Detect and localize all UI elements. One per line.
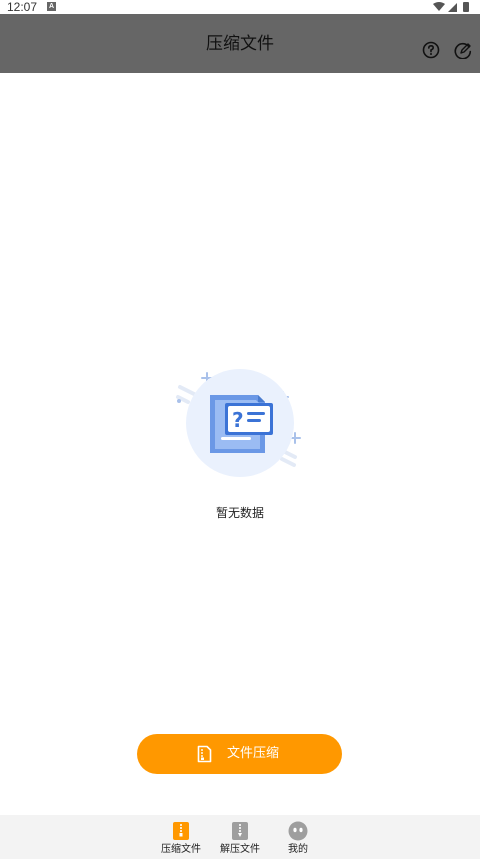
status-bar: 12:07 A [0,0,480,14]
nav-item-extract[interactable]: 解压文件 [210,815,270,859]
signal-icon [448,3,457,12]
wifi-icon [433,2,445,11]
status-time: 12:07 [7,0,38,14]
nav-label-mine: 我的 [288,844,308,855]
page-title: 压缩文件 [206,34,274,54]
file-compress-label: 文件压缩 [227,746,280,761]
svg-text:?: ? [232,408,244,432]
nav-item-mine[interactable]: 我的 [268,815,328,859]
zip-file-icon [173,822,189,840]
unzip-file-icon [232,822,248,840]
status-icons [433,2,469,12]
nav-item-compress[interactable]: 压缩文件 [151,815,211,859]
empty-state-message: 暂无数据 [215,506,264,520]
notification-icon: A [47,2,56,11]
document-icon [197,745,212,763]
file-compress-button[interactable]: 文件压缩 [137,734,342,774]
battery-icon [463,2,469,12]
nav-label-compress: 压缩文件 [161,844,201,855]
profile-face-icon [288,821,308,841]
empty-document-question-icon: ? [176,369,301,477]
edit-circle-icon[interactable] [454,41,472,59]
help-circle-icon[interactable] [422,41,440,59]
app-bar: 压缩文件 [0,14,480,73]
bottom-nav: 压缩文件 解压文件 我的 [0,815,480,859]
nav-label-extract: 解压文件 [220,844,260,855]
